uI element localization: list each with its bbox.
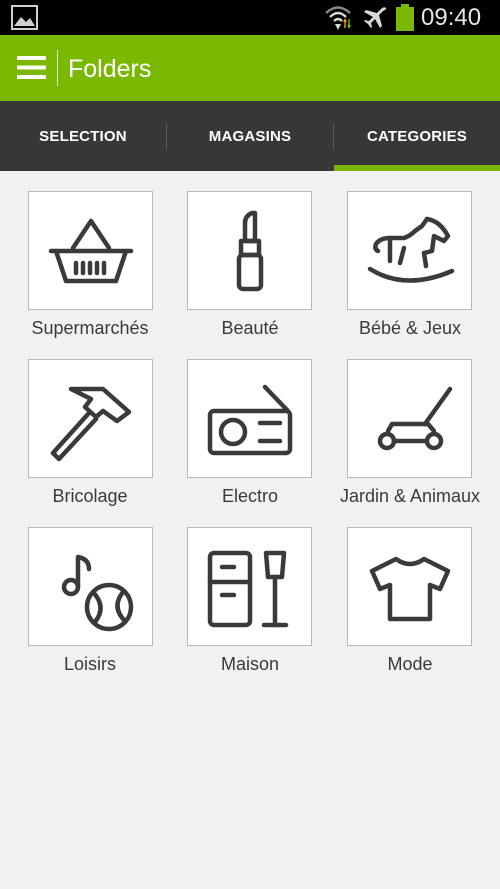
app-bar: Folders bbox=[0, 35, 500, 101]
tab-bar: SELECTION MAGASINS CATEGORIES bbox=[0, 101, 500, 171]
category-label: Maison bbox=[220, 654, 280, 674]
category-tile[interactable] bbox=[28, 191, 153, 310]
lipstick-icon bbox=[236, 210, 263, 291]
airplane-icon bbox=[364, 7, 387, 28]
category-label: Beauté bbox=[221, 318, 279, 338]
wifi-icon bbox=[325, 6, 351, 30]
tab-selected-indicator bbox=[334, 165, 500, 171]
status-bar: 09:40 bbox=[0, 0, 500, 35]
tab-selection[interactable]: SELECTION bbox=[0, 101, 166, 171]
tab-categories[interactable]: CATEGORIES bbox=[334, 101, 500, 171]
category-tile[interactable] bbox=[187, 359, 312, 478]
gallery-icon bbox=[11, 5, 38, 30]
battery-icon bbox=[396, 4, 414, 31]
hammer-icon bbox=[50, 386, 131, 461]
app-bar-divider bbox=[57, 50, 58, 86]
category-tile[interactable] bbox=[187, 527, 312, 646]
category-label: Bébé & Jeux bbox=[358, 318, 462, 338]
lawn-mower-icon bbox=[377, 386, 452, 450]
category-tile[interactable] bbox=[347, 359, 472, 478]
basket-icon bbox=[48, 218, 133, 283]
page-title: Folders bbox=[68, 55, 152, 83]
category-tile[interactable] bbox=[347, 527, 472, 646]
category-tile[interactable] bbox=[187, 191, 312, 310]
tab-selection-label: SELECTION bbox=[39, 127, 127, 145]
category-label: Bricolage bbox=[52, 486, 128, 506]
category-tile[interactable] bbox=[28, 359, 153, 478]
tab-magasins[interactable]: MAGASINS bbox=[167, 101, 333, 171]
music-ball-icon bbox=[61, 554, 133, 631]
category-label: Electro bbox=[221, 486, 279, 506]
tab-categories-label: CATEGORIES bbox=[366, 127, 468, 145]
category-label: Jardin & Animaux bbox=[339, 486, 481, 506]
category-label: Loisirs bbox=[63, 654, 116, 674]
tab-magasins-label: MAGASINS bbox=[208, 127, 292, 145]
rocking-horse-icon bbox=[367, 216, 454, 283]
category-label: Mode bbox=[387, 654, 433, 674]
category-label: Supermarchés bbox=[31, 318, 149, 338]
hamburger-menu-icon[interactable] bbox=[17, 55, 46, 80]
status-time: 09:40 bbox=[421, 4, 482, 31]
category-tile[interactable] bbox=[28, 527, 153, 646]
tshirt-icon bbox=[369, 556, 450, 621]
radio-icon bbox=[207, 384, 292, 455]
fridge-lamp-icon bbox=[207, 550, 288, 627]
category-tile[interactable] bbox=[347, 191, 472, 310]
